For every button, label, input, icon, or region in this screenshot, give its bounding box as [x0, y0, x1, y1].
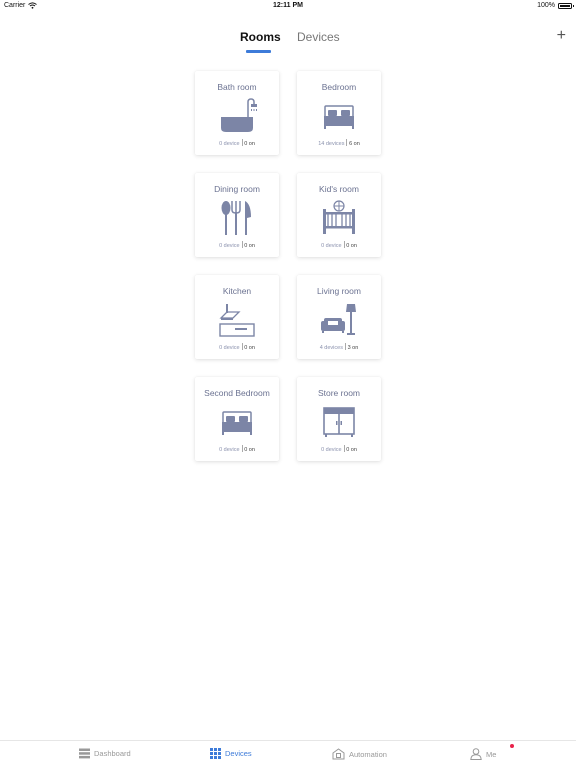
room-stats: 0 device 0 on: [195, 343, 279, 351]
room-name: Bedroom: [321, 82, 357, 92]
room-name: Second Bedroom: [204, 388, 270, 398]
nav-automation-label: Automation: [349, 749, 387, 759]
room-stats: 0 device 0 on: [297, 445, 381, 453]
active-tab-indicator: [246, 50, 271, 53]
cabinet-icon: [323, 407, 355, 437]
room-card-kitchen[interactable]: Kitchen 0 device 0 on: [195, 275, 279, 359]
on-count: 0 on: [346, 243, 357, 249]
on-count: 0 on: [244, 447, 255, 453]
device-count: 4 devices: [319, 345, 343, 351]
nav-automation[interactable]: Automation: [332, 748, 387, 760]
segment-tabs: Rooms Devices: [0, 30, 576, 56]
room-card-second-bedroom[interactable]: Second Bedroom 0 device 0 on: [195, 377, 279, 461]
on-count: 0 on: [244, 345, 255, 351]
room-stats: 0 device 0 on: [195, 445, 279, 453]
room-stats: 0 device 0 on: [195, 241, 279, 249]
bathtub-icon: [221, 98, 257, 132]
on-count: 0 on: [244, 141, 255, 147]
room-card-bedroom[interactable]: Bedroom 14 devices 6 on: [297, 71, 381, 155]
devices-grid-icon: [210, 748, 221, 759]
room-name: Store room: [317, 388, 361, 398]
room-name: Living room: [317, 286, 361, 296]
on-count: 6 on: [349, 141, 360, 147]
on-count: 3 on: [347, 345, 359, 351]
room-name: Kid's room: [319, 184, 359, 194]
range-hood-icon: [219, 304, 255, 337]
cutlery-icon: [221, 201, 251, 235]
crib-icon: [323, 200, 355, 234]
user-icon: [470, 748, 482, 760]
room-name: Bath room: [217, 82, 257, 92]
on-count: 0 on: [244, 243, 255, 249]
bed-icon: [324, 105, 354, 129]
room-card-store-room[interactable]: Store room 0 device 0 on: [297, 377, 381, 461]
nav-dashboard-label: Dashboard: [94, 749, 131, 758]
status-bar: Carrier 12:11 PM 100%: [0, 0, 576, 12]
room-name: Kitchen: [222, 286, 252, 296]
sofa-lamp-icon: [321, 304, 356, 335]
status-right: 100%: [537, 2, 574, 9]
on-count: 0 on: [346, 447, 357, 453]
tab-devices[interactable]: Devices: [297, 30, 340, 44]
bed-icon: [222, 411, 252, 435]
room-card-dining-room[interactable]: Dining room 0 device 0 on: [195, 173, 279, 257]
tab-rooms[interactable]: Rooms: [240, 30, 281, 44]
room-stats: 4 devices 3 on: [297, 343, 381, 351]
device-count: 0 device: [321, 447, 342, 453]
device-count: 14 devices: [318, 141, 345, 147]
battery-percent: 100%: [537, 2, 555, 9]
room-card-living-room[interactable]: Living room 4 devices 3 on: [297, 275, 381, 359]
nav-me-label: Me: [486, 749, 497, 759]
notification-badge: [510, 744, 514, 748]
room-name: Dining room: [214, 184, 260, 194]
nav-devices-label: Devices: [225, 749, 252, 758]
nav-me[interactable]: Me: [470, 748, 496, 760]
dashboard-icon: [79, 748, 90, 759]
room-stats: 0 device 0 on: [195, 139, 279, 147]
room-card-bath-room[interactable]: Bath room 0 device 0 on: [195, 71, 279, 155]
device-count: 0 device: [219, 141, 240, 147]
device-count: 0 device: [219, 345, 240, 351]
battery-icon: [558, 2, 574, 9]
room-stats: 14 devices 6 on: [297, 139, 381, 147]
home-automation-icon: [332, 748, 345, 760]
add-room-button[interactable]: +: [557, 28, 566, 44]
device-count: 0 device: [321, 243, 342, 249]
nav-dashboard[interactable]: Dashboard: [79, 748, 131, 759]
room-card-kids-room[interactable]: Kid's room 0 device 0 on: [297, 173, 381, 257]
room-stats: 0 device 0 on: [297, 241, 381, 249]
device-count: 0 device: [219, 447, 240, 453]
status-time: 12:11 PM: [273, 2, 303, 9]
device-count: 0 device: [219, 243, 240, 249]
bottom-tab-bar: Dashboard Devices Automation Me: [0, 740, 576, 769]
nav-devices[interactable]: Devices: [210, 748, 252, 759]
